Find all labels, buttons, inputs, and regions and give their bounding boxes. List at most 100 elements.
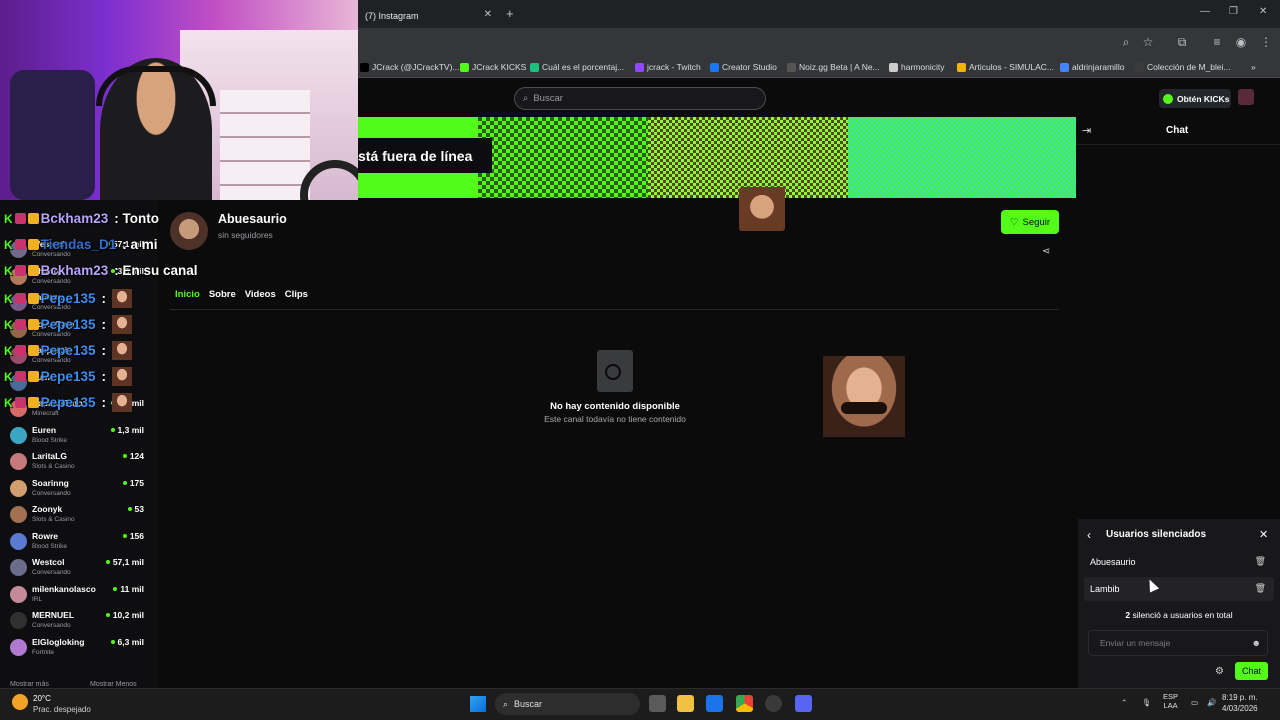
windows-start-icon[interactable] [470, 696, 486, 712]
sidebar-channel[interactable]: Euren Blood Strike 1,3 mil [0, 423, 158, 449]
show-less-link[interactable]: Mostrar Menos [90, 681, 137, 688]
user-avatar[interactable] [1238, 89, 1254, 105]
extensions-icon[interactable]: ⧉ [1174, 34, 1190, 50]
sidebar-channel[interactable]: LaritaLG Slots & Casino 124 [0, 449, 158, 475]
chrome-icon[interactable] [736, 695, 753, 712]
trash-icon[interactable]: 🗑 [1255, 556, 1266, 567]
sun-icon [12, 694, 28, 710]
badge-icon [27, 397, 39, 408]
sidebar-channel[interactable]: Soarinng Conversando 175 [0, 476, 158, 502]
overlay-chat-message: K Pepe135: [4, 341, 132, 360]
taskbar-search-label: Buscar [514, 699, 543, 709]
show-more-link[interactable]: Mostrar más [10, 681, 49, 688]
collapse-chat-icon[interactable]: ⇥ [1082, 124, 1091, 137]
sidebar-channel[interactable]: MERNUEL Conversando 10,2 mil [0, 608, 158, 634]
channel-avatar [10, 585, 27, 603]
overlay-chat-text: : a mi [122, 237, 158, 252]
channel-avatar [10, 426, 27, 444]
bookmark-item[interactable]: jcrack - Twitch [635, 60, 701, 74]
zoom-icon[interactable]: ⌕ [1118, 34, 1134, 50]
chat-emote-image [111, 367, 132, 386]
bookmark-favicon-icon [787, 62, 796, 72]
minimize-icon[interactable]: — [1200, 6, 1210, 17]
browser-tab[interactable]: (7) Instagram ✕ [358, 4, 498, 28]
discord-icon[interactable] [795, 695, 812, 712]
sidebar-channel[interactable]: Zoonyk Slots & Casino 53 [0, 502, 158, 528]
more-bookmarks-icon[interactable]: » [1251, 60, 1256, 74]
sidebar-channel[interactable]: Rowre Blood Strike 156 [0, 529, 158, 555]
obs-icon[interactable] [765, 695, 782, 712]
chat-send-button[interactable]: Chat [1235, 662, 1268, 680]
tab-inicio[interactable]: Inicio [175, 289, 200, 300]
viewer-count-value: 124 [129, 451, 144, 461]
close-window-icon[interactable]: ✕ [1259, 6, 1267, 17]
close-panel-icon[interactable]: ✕ [1259, 528, 1268, 541]
bookmark-item[interactable]: Articulos - SIMULAC... [957, 60, 1054, 74]
bookmark-item[interactable]: aldrinjaramillo [1060, 60, 1124, 74]
sidebar-channel[interactable]: ElGlogloking Fortnite 6,3 mil [0, 635, 158, 661]
sidebar-channel[interactable]: milenkanolasco IRL 11 mil [0, 582, 158, 608]
volume-icon[interactable]: 🔊 [1207, 698, 1216, 707]
share-icon[interactable]: ⋖ [1042, 246, 1050, 257]
profile-icon[interactable]: ◉ [1233, 34, 1249, 50]
banner-face-image [739, 187, 785, 231]
new-tab-icon[interactable]: + [506, 6, 514, 21]
search-input[interactable]: ⌕ Buscar [514, 87, 766, 110]
back-arrow-icon[interactable]: ‹ [1087, 528, 1091, 542]
mic-icon[interactable]: 🎙 [1142, 698, 1152, 707]
file-explorer-icon[interactable] [677, 695, 694, 712]
network-icon[interactable]: ▭ [1191, 698, 1198, 707]
close-tab-icon[interactable]: ✕ [484, 9, 492, 20]
headset [96, 66, 216, 106]
channel-avatar [10, 559, 27, 576]
channel-avatar[interactable] [170, 212, 208, 250]
live-dot-icon [105, 613, 110, 617]
channel-category: Conversando [32, 251, 71, 258]
bookmark-favicon-icon [710, 62, 719, 72]
overlay-chat-user: Bckham23 [40, 211, 109, 226]
clock[interactable]: 8:19 p. m. 4/03/2026 [1222, 692, 1258, 714]
badge-icon [27, 213, 39, 224]
tab-clips[interactable]: Clips [285, 289, 308, 300]
sidebar-channel[interactable]: Westcol Conversando 57,1 mil [0, 555, 158, 581]
emoji-icon[interactable]: ☻ [1252, 638, 1261, 648]
message-placeholder: Enviar un mensaje [1100, 638, 1171, 648]
chat-message-input[interactable]: Enviar un mensaje ☻ [1088, 630, 1268, 656]
viewer-count: 10,2 mil [105, 610, 144, 620]
media-icon[interactable]: ≡ [1209, 34, 1225, 50]
restore-icon[interactable]: ❐ [1229, 6, 1238, 17]
channel-name: LaritaLG [32, 451, 67, 461]
chat-emote-image [111, 341, 132, 360]
task-view-icon[interactable] [649, 695, 666, 712]
viewer-count-value: 6,3 mil [117, 636, 144, 647]
follow-button[interactable]: ♡ Seguir [1001, 210, 1059, 234]
gear-icon[interactable]: ⚙ [1215, 666, 1224, 677]
overlay-chat-message: K Bckham23: Tonto [4, 211, 159, 226]
trash-icon[interactable]: 🗑 [1255, 583, 1266, 594]
muted-panel-title: Usuarios silenciados [1106, 529, 1207, 540]
kick-logo-icon: K [4, 395, 13, 410]
bookmark-label: JCrack KICKS [472, 62, 527, 72]
bookmark-item[interactable]: Creator Studio [710, 60, 777, 74]
lang-bottom: LAA [1163, 701, 1178, 710]
star-icon[interactable]: ☆ [1140, 34, 1156, 50]
channel-avatar [10, 612, 27, 629]
bookmark-item[interactable]: harmonicity [889, 60, 944, 74]
bookmark-item[interactable]: Colección de M_blei... [1135, 60, 1231, 74]
tab-sobre[interactable]: Sobre [209, 289, 236, 300]
bookmark-item[interactable]: JCrack KICKS [460, 60, 526, 74]
bookmark-item[interactable]: JCrack (@JCrackTV)... [360, 60, 460, 74]
bookmark-item[interactable]: Noiz.gg Beta | A Ne... [787, 60, 880, 74]
language-indicator[interactable]: ESP LAA [1163, 692, 1178, 710]
menu-icon[interactable]: ⋮ [1258, 34, 1274, 50]
mail-icon[interactable] [706, 695, 723, 712]
tab-videos[interactable]: Videos [245, 289, 276, 300]
get-kicks-button[interactable]: Obtén KICKs [1159, 89, 1231, 108]
kick-logo-icon: K [4, 343, 13, 358]
bookmark-favicon-icon [1060, 62, 1069, 72]
badge-icon [14, 397, 26, 408]
badge-icon [27, 265, 39, 276]
tray-chevron-icon[interactable]: ⌃ [1121, 698, 1127, 707]
bookmark-item[interactable]: Cuál es el porcentaj... [530, 60, 624, 74]
taskbar-search[interactable]: ⌕ Buscar [495, 693, 640, 715]
